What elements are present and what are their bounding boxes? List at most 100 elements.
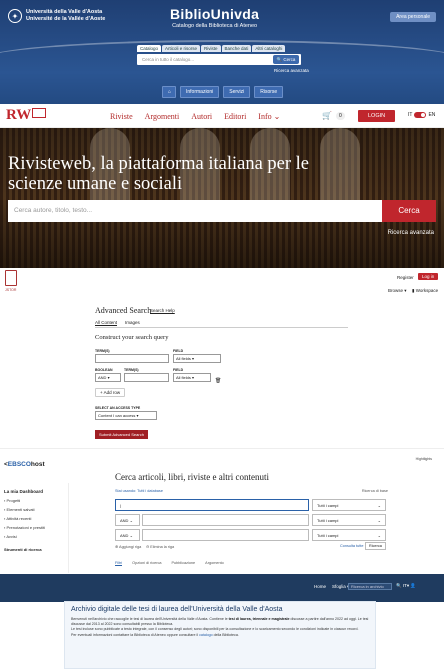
hero-title: Rivisteweb, la piattaforma italiana per … <box>8 154 310 194</box>
jstor-panel: Register Log in Browse ▾ ▮ Workspace Adv… <box>0 268 444 448</box>
database-selector[interactable]: Stai usando: Tutti i database <box>115 489 163 493</box>
brand-name: BiblioUnivda <box>170 6 260 22</box>
jstor-logo[interactable] <box>5 270 17 292</box>
sidebar-item-attivita-recenti[interactable]: Attività recenti <box>4 516 64 521</box>
clear-row-button[interactable]: ⊖ Elimina la riga <box>146 544 174 549</box>
biblio-brand: BiblioUnivda Catalogo della Biblioteca d… <box>170 6 259 29</box>
tab-all-content[interactable]: All Content <box>95 320 118 326</box>
term-label-2: TERM(S) <box>124 368 139 372</box>
field-select-3[interactable]: Tutti i campi ⌄ <box>312 529 386 541</box>
divider <box>68 483 69 573</box>
sidebar-footer[interactable]: Strumenti di ricerca <box>4 547 64 552</box>
search-input-3[interactable] <box>142 529 309 541</box>
menu-autori[interactable]: Autori <box>191 112 212 121</box>
nav-home[interactable]: Home <box>314 584 326 590</box>
cart-count: 0 <box>336 112 345 120</box>
chevron-down-icon: ▾ <box>404 288 407 293</box>
ebsco-logo[interactable]: <EBSCOhost <box>4 461 45 468</box>
register-link[interactable]: Register <box>397 275 414 280</box>
tab-filtri[interactable]: Filtri <box>115 561 123 566</box>
access-type-select[interactable]: Content I can access ▾ <box>95 411 157 420</box>
home-icon[interactable]: ⌂ <box>162 86 176 98</box>
tesi-search-input[interactable]: Ricerca in archivio <box>348 583 392 590</box>
trash-icon[interactable]: 🗑 <box>215 378 221 384</box>
main-search-input[interactable]: | <box>115 499 309 511</box>
page-title: Advanced Search <box>95 306 152 315</box>
hero-search-button[interactable]: Cerca <box>382 200 436 222</box>
area-personale-button[interactable]: Area personale <box>390 12 436 22</box>
sidebar-item-progetti[interactable]: Progetti <box>4 498 64 503</box>
hero-search-input[interactable]: Cerca autore, titolo, testo... <box>8 200 382 222</box>
intro-heading: Archivio digitale delle tesi di laurea d… <box>71 606 283 613</box>
intro-card: Archivio digitale delle tesi di laurea d… <box>64 601 376 669</box>
tab-riviste[interactable]: Riviste <box>201 45 221 52</box>
advanced-link[interactable]: Consulta tutte <box>340 544 363 548</box>
menu-editori[interactable]: Editori <box>224 112 246 121</box>
tab-articoli[interactable]: Articoli e risorse <box>162 45 201 52</box>
field-select-2[interactable]: All fields ▾ <box>173 373 211 382</box>
university-logo[interactable]: ✦ Università della Valle d'Aosta Univers… <box>8 9 105 23</box>
ebsco-title: Cerca articoli, libri, riviste e altri c… <box>115 472 269 482</box>
field-select-1[interactable]: Tutti i campi ⌄ <box>312 499 386 511</box>
chevron-down-icon: ⌄ <box>273 112 281 121</box>
sidebar-item-prenotazioni[interactable]: Prenotazioni e prestiti <box>4 525 64 530</box>
add-field-button[interactable]: ⊕ Aggiungi riga <box>115 544 141 549</box>
tab-altri-cataloghi[interactable]: Altri cataloghi <box>252 45 286 52</box>
tab-argomento[interactable]: Argomento <box>205 561 224 566</box>
nav-risorse[interactable]: Risorse <box>254 86 284 98</box>
hero-advanced-link[interactable]: Ricerca avanzata <box>388 230 434 236</box>
workspace-link[interactable]: ▮ Workspace <box>412 288 438 294</box>
hero-search-placeholder: Cerca autore, titolo, testo... <box>14 207 93 214</box>
sidebar-heading: La mia Dashboard <box>4 489 44 494</box>
menu-info[interactable]: Info ⌄ <box>258 112 280 121</box>
rivisteweb-panel: RW Riviste Argomenti Autori Editori Info… <box>0 104 444 268</box>
add-row-button[interactable]: + Add row <box>95 388 126 397</box>
submit-advanced-search-button[interactable]: Submit Advanced Search <box>95 430 148 439</box>
browse-menu[interactable]: Browse ▾ <box>388 288 407 294</box>
field-select-1[interactable]: All fields ▾ <box>173 354 221 363</box>
lang-en: EN <box>428 112 436 118</box>
jstor-login-button[interactable]: Log in <box>418 273 439 280</box>
sidebar-item-elementi-salvati[interactable]: Elementi salvati <box>4 507 64 512</box>
university-crest-icon: ✦ <box>8 9 22 23</box>
search-help-link[interactable]: Search Help <box>150 308 175 313</box>
ebsco-panel: <EBSCOhost Hightlights La mia Dashboard … <box>0 448 444 574</box>
term-input-1[interactable] <box>95 354 169 363</box>
section-heading: Construct your search query <box>95 334 169 341</box>
term-input-2[interactable] <box>124 373 169 382</box>
top-right-link[interactable]: Hightlights <box>416 457 432 461</box>
search-icon[interactable]: 🔍 <box>396 583 402 588</box>
field-select-2[interactable]: Tutti i campi ⌄ <box>312 514 386 526</box>
tesi-panel: Home Sfoglia ▾ Ricerca in archivio 🔍 IT▾… <box>0 574 444 669</box>
tab-banche-dati[interactable]: Banche dati <box>221 45 252 52</box>
language-select[interactable]: IT▾ <box>403 583 409 588</box>
search-input-2[interactable] <box>142 514 309 526</box>
rivisteweb-logo[interactable]: RW <box>6 107 47 124</box>
boolean-select-1[interactable]: AND ⌄ <box>115 514 140 526</box>
search-button[interactable]: Ricerca <box>365 542 386 550</box>
nav-servizi[interactable]: Servizi <box>223 86 251 98</box>
basic-search-link[interactable]: Ricerca di base <box>362 489 388 493</box>
tab-images[interactable]: Images <box>125 320 140 326</box>
menu-riviste[interactable]: Riviste <box>110 112 133 121</box>
tab-catalogo[interactable]: Catalogo <box>137 45 162 52</box>
toggle-switch[interactable] <box>414 112 427 118</box>
cart-icon[interactable]: 🛒 <box>322 111 332 120</box>
bookmark-icon: ▮ <box>412 288 415 293</box>
tab-pubblicazione[interactable]: Pubblicazione <box>172 561 196 566</box>
login-button[interactable]: LOGIN <box>358 110 396 122</box>
language-toggle[interactable]: IT EN <box>408 112 435 118</box>
nav-sfoglia[interactable]: Sfoglia ▾ <box>332 584 349 590</box>
tesi-header: Home Sfoglia ▾ Ricerca in archivio 🔍 IT▾… <box>0 574 444 602</box>
boolean-select-2[interactable]: AND ⌄ <box>115 529 140 541</box>
menu-argomenti[interactable]: Argomenti <box>145 112 180 121</box>
advanced-search-link[interactable]: Ricerca avanzata <box>274 68 309 73</box>
catalog-search-button[interactable]: 🔍 Cerca <box>273 55 299 64</box>
catalog-search-input[interactable]: Cerca in tutto il catalogo... 🔍 Cerca <box>137 54 301 65</box>
sidebar-item-avvisi[interactable]: Avvisi <box>4 534 64 539</box>
catalogo-link[interactable]: catalogo <box>199 633 213 637</box>
nav-informazioni[interactable]: Informazioni <box>180 86 220 98</box>
tab-opzioni-ricerca[interactable]: Opzioni di ricerca <box>132 561 161 566</box>
boolean-select[interactable]: AND ▾ <box>95 373 121 382</box>
user-icon[interactable]: 👤 <box>410 583 416 588</box>
